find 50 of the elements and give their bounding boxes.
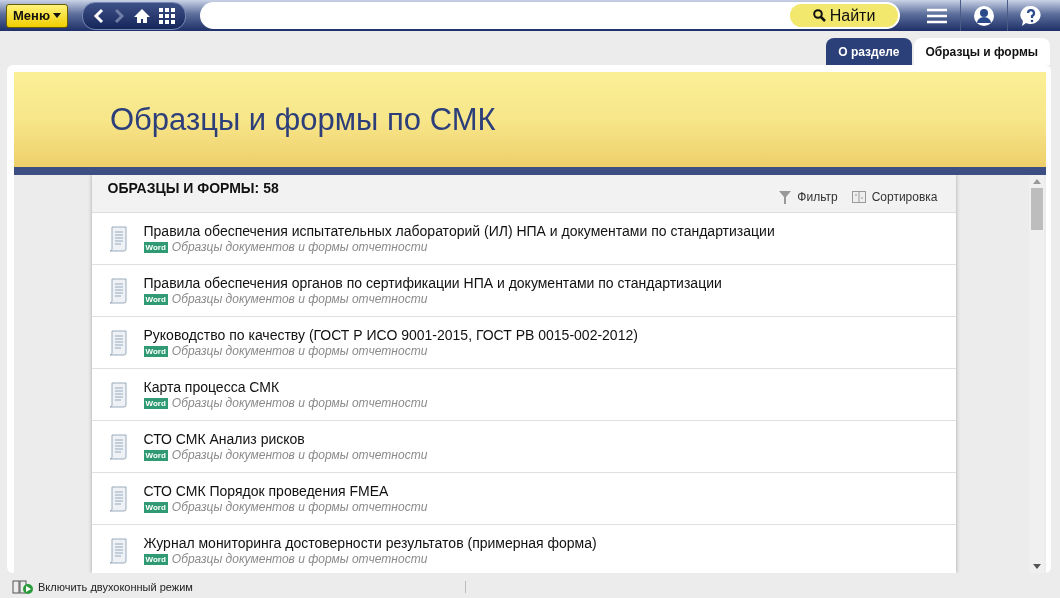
file-type-badge: Word [143,345,168,357]
scrollbar[interactable] [1029,175,1044,573]
list-heading: ОБРАЗЦЫ И ФОРМЫ: 58 [107,180,279,198]
document-icon [107,484,130,513]
document-link[interactable]: Правила обеспечения органов по сертификации НПА и документами по стандартизации [143,275,722,291]
document-category: Образцы документов и формы отчетности [171,396,428,410]
document-icon [107,276,130,305]
file-type-badge: Word [143,241,168,253]
home-icon[interactable] [133,7,151,24]
caret-icon [53,13,61,18]
dual-window-toggle[interactable]: Включить двухоконный режим [38,581,466,593]
page-title: Образцы и формы по СМК [110,101,496,138]
document-category: Образцы документов и формы отчетности [171,292,428,306]
funnel-icon [779,190,792,204]
file-type-badge: Word [143,397,168,409]
document-link[interactable]: Правила обеспечения испытательных лабораторий (ИЛ) НПА и документами по стандартизации [143,223,775,239]
document-link[interactable]: СТО СМК Порядок проведения FMEA [143,483,428,499]
file-type-badge: Word [143,449,168,461]
document-link[interactable]: Руководство по качеству (ГОСТ Р ИСО 9001-2015, ГОСТ РВ 0015-002-2012) [143,327,638,343]
file-type-badge: Word [143,293,168,305]
document-category: Образцы документов и формы отчетности [171,344,428,358]
document-link[interactable]: Карта процесса СМК [143,379,428,395]
document-category: Образцы документов и формы отчетности [171,240,428,254]
search-button[interactable]: Найти [790,4,898,27]
forward-icon[interactable] [113,7,125,24]
tab[interactable]: Образцы и формы [913,38,1050,65]
document-icon [107,224,130,253]
tab[interactable]: О разделе [826,38,912,65]
file-type-badge: Word [143,501,168,513]
menu-button[interactable]: Меню [6,3,68,28]
document-category: Образцы документов и формы отчетности [171,448,428,462]
document-icon [107,328,130,357]
document-link[interactable]: СТО СМК Анализ рисков [143,431,428,447]
document-icon [107,380,130,409]
search-field[interactable]: Найти [200,2,900,29]
search-icon [812,9,826,22]
dual-window-icon [12,580,34,594]
document-icon [107,432,130,461]
grid-icon[interactable] [159,7,175,24]
filter-button[interactable]: Фильтр [779,190,838,204]
scroll-down-icon[interactable] [1032,564,1041,569]
scroll-thumb[interactable] [1030,188,1043,230]
sort-button[interactable]: Сортировка [851,190,938,204]
back-icon[interactable] [93,7,105,24]
file-type-badge: Word [143,553,168,565]
document-link[interactable]: Журнал мониторинга достоверности результатов (примерная форма) [143,535,597,551]
sort-icon [851,191,866,203]
document-category: Образцы документов и формы отчетности [171,500,428,514]
document-category: Образцы документов и формы отчетности [171,552,428,566]
document-icon [107,536,130,565]
